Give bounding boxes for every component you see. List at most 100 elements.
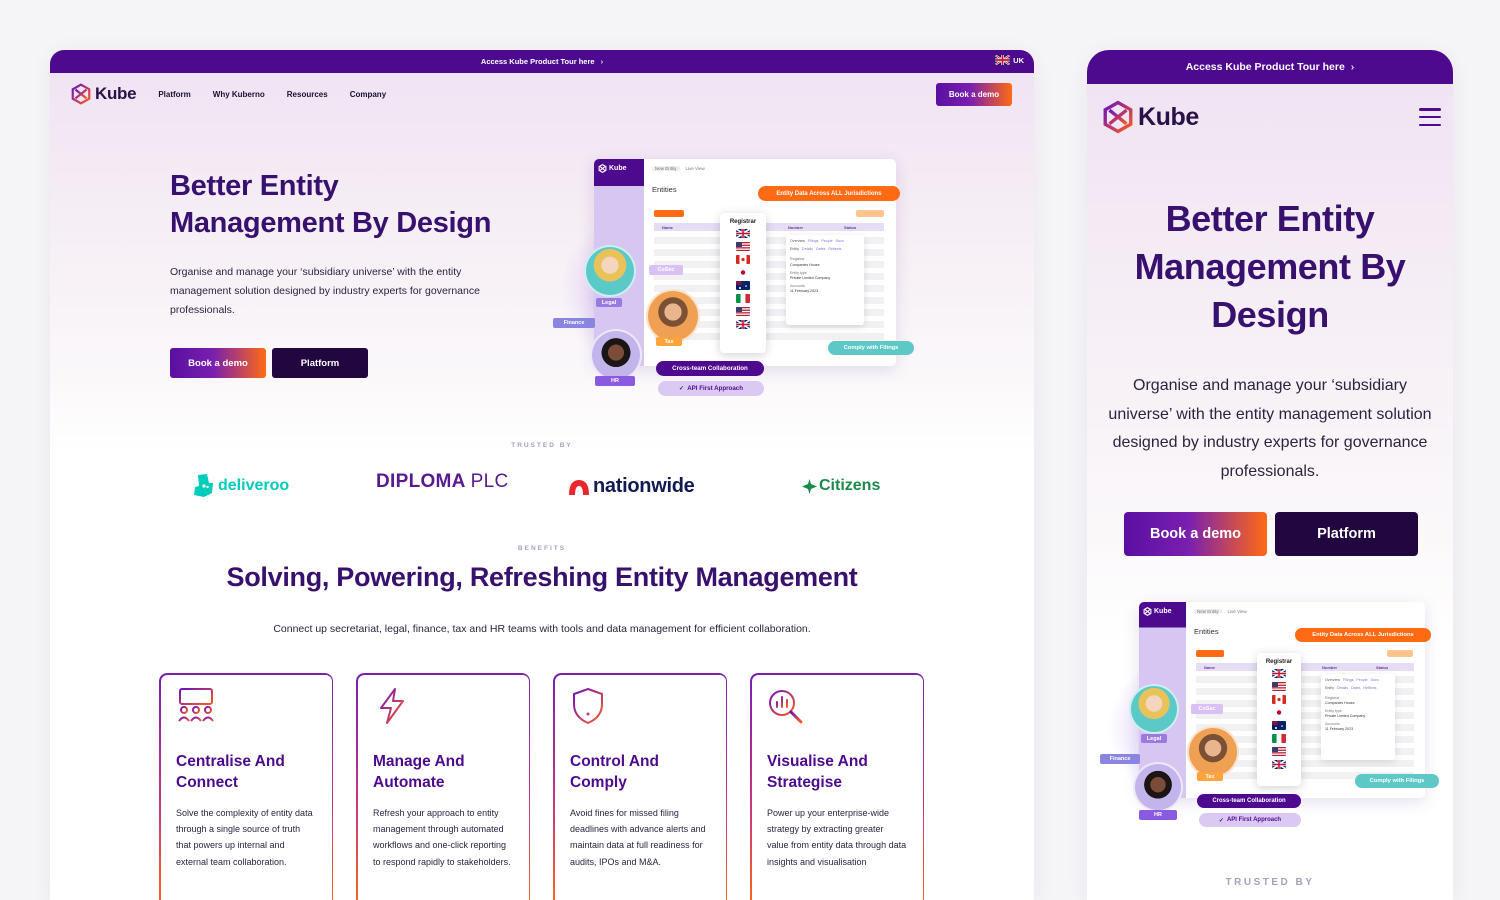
- diploma-logo: DIPLOMA PLC: [376, 471, 508, 493]
- language-selector[interactable]: UK: [995, 55, 1024, 65]
- platform-button[interactable]: Platform: [272, 348, 368, 378]
- card-title: Control And Comply: [570, 753, 659, 791]
- mobile-platform-button[interactable]: Platform: [1275, 512, 1418, 556]
- nav-link-why-kuberno[interactable]: Why Kuberno: [213, 90, 265, 99]
- table-header: Name Number Status: [654, 223, 884, 231]
- col-number: Number: [1322, 665, 1338, 670]
- registrar-value: Companies House: [1325, 701, 1355, 705]
- benefit-card-control: Control And Comply Avoid fines for misse…: [553, 673, 727, 900]
- new-entity-chip: New Entity: [652, 166, 680, 171]
- mobile-promo-bar[interactable]: Access Kube Product Tour here ›: [1087, 50, 1453, 84]
- detail-subtabs: Entity Details Dates Reflects: [790, 247, 860, 252]
- nationwide-text: nationwide: [593, 475, 695, 497]
- detail-subtab: Details: [802, 247, 813, 252]
- app-logo-text: Kube: [1154, 608, 1172, 615]
- chart-magnifier-icon: [769, 690, 803, 724]
- detail-tab: Filings: [807, 239, 819, 243]
- badge-entity-data: Entity Data Across ALL Jurisdictions: [1295, 628, 1431, 642]
- check-circle-icon: ✓: [679, 385, 685, 392]
- italy-flag-icon: [1272, 734, 1286, 743]
- app-toolbar: New Entity Live View: [652, 166, 705, 171]
- hamburger-menu-icon[interactable]: [1419, 108, 1441, 126]
- mobile-kube-logo[interactable]: Kube: [1101, 99, 1199, 135]
- mobile-book-demo-button[interactable]: Book a demo: [1124, 512, 1267, 556]
- registrar-panel: Registrar: [720, 213, 766, 353]
- entity-detail-card: Overview Filings People Docs Entity Deta…: [786, 235, 864, 325]
- uk-flag-icon: [736, 320, 750, 329]
- detail-subtab: Dates: [816, 247, 826, 252]
- hamburger-line: [1419, 108, 1441, 111]
- mobile-logo-text: Kube: [1138, 102, 1199, 131]
- promo-text[interactable]: Access Kube Product Tour here: [481, 57, 595, 66]
- kangaroo-icon: [194, 474, 213, 497]
- hero-title-line1: Better Entity: [170, 170, 339, 202]
- mobile-hero-title-text: Better Entity Management By Design: [1134, 198, 1406, 335]
- app-toolbar: New Entity Live View: [1194, 609, 1247, 614]
- entity-type-value: Private Limited Company: [1325, 714, 1366, 718]
- avatar-tax: [646, 289, 700, 343]
- label-cosec: CoSec: [1191, 704, 1223, 714]
- col-name: Name: [662, 225, 673, 230]
- label-legal: Legal: [596, 298, 622, 307]
- hero-subtitle: Organise and manage your ‘subsidiary uni…: [170, 266, 480, 316]
- shield-alert-icon: [573, 687, 603, 725]
- add-button: [1196, 650, 1224, 657]
- benefit-cards: Centralise And Connect Solve the complex…: [159, 673, 924, 900]
- kube-logo[interactable]: Kube: [70, 83, 137, 105]
- card-text: Solve the complexity of entity data thro…: [176, 808, 313, 867]
- mobile-hero-buttons: Book a demo Platform: [1124, 512, 1418, 556]
- benefits-label: BENEFITS: [517, 545, 567, 552]
- entities-heading: Entities: [652, 185, 677, 194]
- mobile-trusted-by-label: TRUSTED BY: [1225, 877, 1315, 888]
- live-view-label: Live View: [1227, 609, 1247, 614]
- entity-type-value: Private Limited Company: [790, 276, 831, 281]
- us-flag-icon: [736, 307, 750, 316]
- japan-flag-icon: [1272, 708, 1286, 717]
- avatar-legal: [1129, 684, 1179, 734]
- detail-tab: Filings: [1342, 678, 1354, 682]
- hero-title-line2: Management By Design: [170, 207, 492, 239]
- badge-comply-filings: Comply with Filings: [828, 341, 914, 355]
- kube-logo-icon: [1103, 100, 1133, 134]
- badge-comply-filings: Comply with Filings: [1355, 774, 1439, 788]
- hamburger-line: [1419, 115, 1441, 119]
- diploma-suffix: PLC: [470, 471, 509, 492]
- mobile-product-mockup: Kube New Entity Live View Entities Name …: [1097, 598, 1443, 838]
- avatar-tax: [1187, 726, 1239, 778]
- detail-tab: People: [821, 239, 833, 243]
- diploma-text: DIPLOMA: [376, 471, 466, 492]
- badge-cross-team: Cross-team Collaboration: [1197, 794, 1301, 808]
- nav-link-resources[interactable]: Resources: [287, 90, 328, 99]
- card-text: Power up your enterprise-wide strategy b…: [767, 808, 907, 867]
- hamburger-line: [1419, 123, 1441, 126]
- nav-book-demo-button[interactable]: Book a demo: [936, 82, 1012, 106]
- nav-link-company[interactable]: Company: [350, 90, 386, 99]
- detail-subtabs: Entity Details Dates Reflects: [1325, 686, 1391, 691]
- trusted-by-label: TRUSTED BY: [511, 442, 573, 449]
- nav-link-platform[interactable]: Platform: [158, 90, 190, 99]
- benefit-card-manage: Manage And Automate Refresh your approac…: [356, 673, 530, 900]
- filter-button: [1387, 650, 1413, 657]
- desktop-preview: Access Kube Product Tour here › UK Kube …: [50, 50, 1034, 900]
- book-demo-button[interactable]: Book a demo: [170, 348, 266, 378]
- benefit-card-visualise: Visualise And Strategise Power up your e…: [750, 673, 924, 900]
- hero-buttons: Book a demo Platform: [170, 348, 368, 378]
- australia-flag-icon: [736, 281, 750, 290]
- detail-tabs: Overview Filings People Docs: [790, 239, 860, 244]
- card-title: Manage And Automate: [373, 753, 465, 791]
- mobile-promo-text[interactable]: Access Kube Product Tour here: [1186, 61, 1345, 73]
- uk-flag-icon: [995, 55, 1011, 65]
- us-flag-icon: [1272, 747, 1286, 756]
- mobile-hero-subtitle: Organise and manage your ‘subsidiary uni…: [1108, 377, 1432, 480]
- detail-subtab: Reflects: [1363, 686, 1377, 690]
- citizens-mark-icon: [802, 478, 817, 494]
- col-number: Number: [788, 225, 804, 230]
- live-view-label: Live View: [685, 166, 705, 171]
- detail-tab: Overview: [1325, 678, 1340, 682]
- promo-bar[interactable]: Access Kube Product Tour here › UK: [50, 50, 1034, 73]
- kube-logo-icon: [598, 164, 607, 173]
- label-hr: HR: [1139, 810, 1177, 820]
- registrar-value: Companies House: [790, 262, 820, 267]
- detail-tab: Docs: [1370, 678, 1379, 682]
- badge-cross-team: Cross-team Collaboration: [656, 361, 764, 376]
